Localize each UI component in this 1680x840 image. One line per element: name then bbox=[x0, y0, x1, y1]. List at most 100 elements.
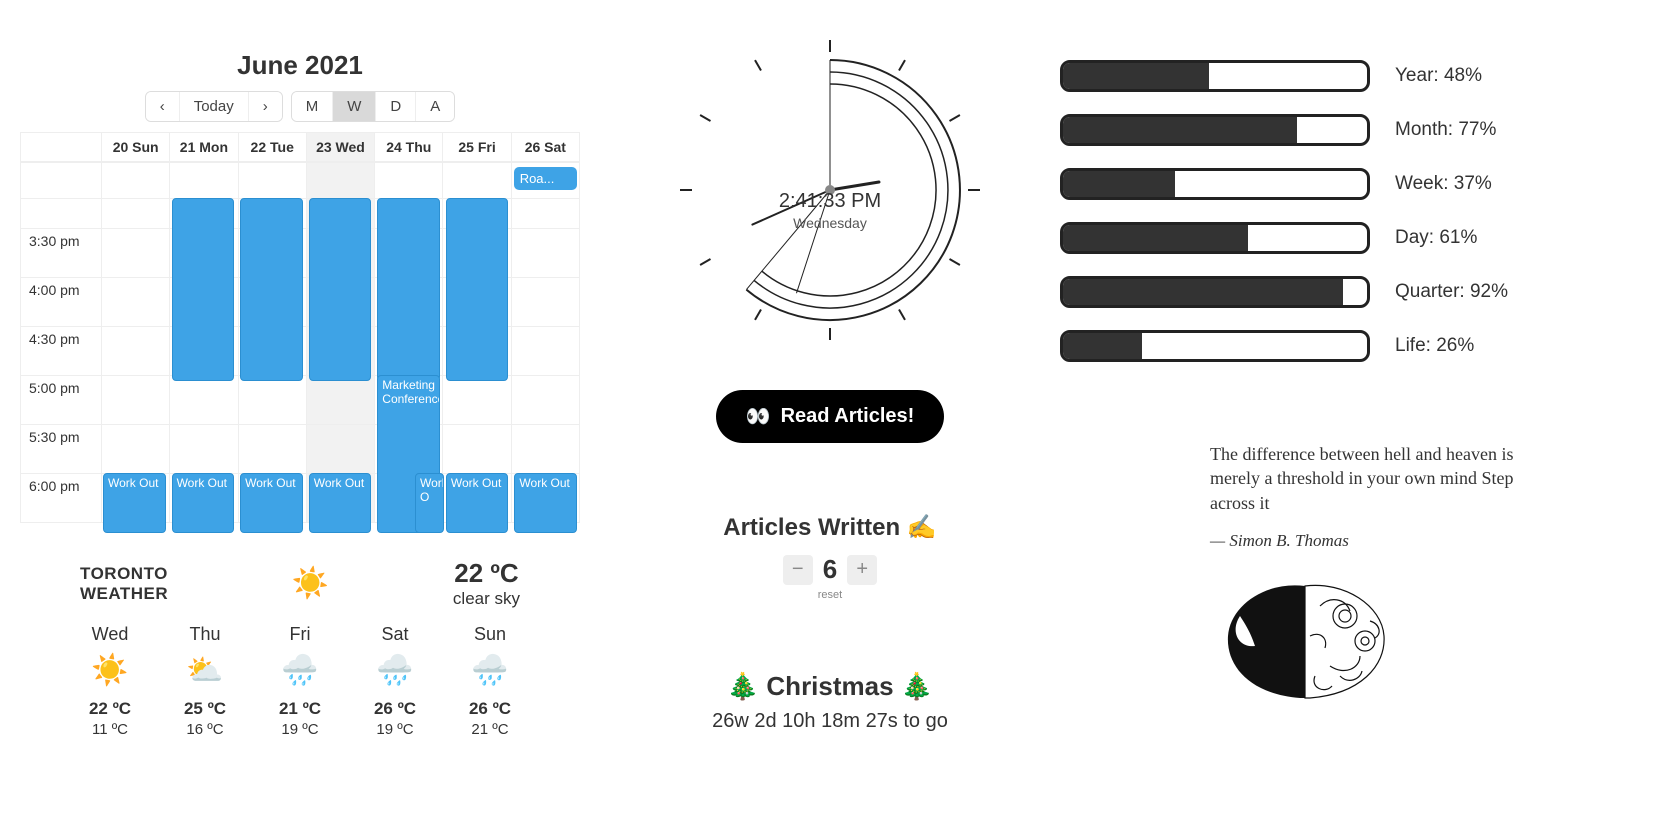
weather-day: Sat🌧️26 ºC19 ºC bbox=[355, 624, 435, 738]
calendar-day-header[interactable]: 24 Thu bbox=[374, 133, 442, 162]
progress-bar bbox=[1060, 60, 1370, 92]
counter-reset-link[interactable]: reset bbox=[620, 589, 1040, 601]
calendar-time-label: 5:00 pm bbox=[21, 376, 101, 424]
countdown-widget: 🎄 Christmas 🎄 26w 2d 10h 18m 27s to go bbox=[620, 671, 1040, 733]
calendar-view-d[interactable]: D bbox=[376, 92, 416, 121]
progress-fill bbox=[1063, 171, 1175, 197]
calendar-cell[interactable] bbox=[101, 425, 169, 473]
calendar-event[interactable] bbox=[377, 198, 440, 381]
calendar-day-header[interactable]: 26 Sat bbox=[511, 133, 579, 162]
calendar-allday-cell[interactable]: Roa... bbox=[511, 163, 579, 198]
progress-fill bbox=[1063, 333, 1142, 359]
calendar-cell[interactable] bbox=[101, 229, 169, 277]
calendar-event[interactable]: Work Out bbox=[103, 473, 166, 533]
weather-current-temp: 22 ºC bbox=[453, 558, 520, 589]
calendar-allday-cell[interactable] bbox=[442, 163, 510, 198]
calendar-today-button[interactable]: Today bbox=[180, 92, 249, 121]
progress-fill bbox=[1063, 279, 1343, 305]
calendar-event[interactable] bbox=[446, 198, 509, 381]
progress-bar bbox=[1060, 276, 1370, 308]
calendar-cell[interactable] bbox=[238, 425, 306, 473]
calendar-event[interactable]: Roa... bbox=[514, 167, 577, 190]
read-articles-button[interactable]: 👀 Read Articles! bbox=[716, 390, 945, 443]
calendar-prev-button[interactable]: ‹ bbox=[146, 92, 180, 121]
progress-bar bbox=[1060, 222, 1370, 254]
progress-fill bbox=[1063, 225, 1248, 251]
calendar-day-header[interactable]: 21 Mon bbox=[169, 133, 237, 162]
calendar-cell[interactable] bbox=[511, 425, 579, 473]
calendar-day-header[interactable]: 20 Sun bbox=[101, 133, 169, 162]
weather-current-cond: clear sky bbox=[453, 589, 520, 609]
calendar-time-label: 4:30 pm bbox=[21, 327, 101, 375]
calendar-cell[interactable] bbox=[511, 278, 579, 326]
weather-location: TORONTO WEATHER bbox=[80, 564, 168, 604]
calendar-view-a[interactable]: A bbox=[416, 92, 454, 121]
weather-day-label: Fri bbox=[260, 624, 340, 645]
calendar-cell[interactable] bbox=[238, 376, 306, 424]
progress-label: Month: 77% bbox=[1395, 119, 1496, 141]
calendar-grid: 20 Sun21 Mon22 Tue23 Wed24 Thu25 Fri26 S… bbox=[20, 132, 580, 523]
weather-day-label: Thu bbox=[165, 624, 245, 645]
weather-day-high: 22 ºC bbox=[70, 699, 150, 719]
calendar-day-header[interactable]: 25 Fri bbox=[442, 133, 510, 162]
calendar-next-button[interactable]: › bbox=[249, 92, 282, 121]
weather-day-low: 11 ºC bbox=[70, 721, 150, 738]
progress-label: Life: 26% bbox=[1395, 335, 1474, 357]
calendar-event[interactable]: Work O bbox=[415, 473, 444, 533]
calendar-event[interactable]: Work Out bbox=[514, 473, 577, 533]
calendar-controls: ‹ Today › MWDA bbox=[20, 91, 580, 122]
calendar-cell[interactable] bbox=[169, 376, 237, 424]
weather-day-low: 19 ºC bbox=[355, 721, 435, 738]
progress-fill bbox=[1063, 63, 1209, 89]
calendar-allday-cell[interactable] bbox=[238, 163, 306, 198]
countdown-title: 🎄 Christmas 🎄 bbox=[620, 671, 1040, 702]
calendar-event[interactable]: Work Out bbox=[172, 473, 235, 533]
weather-day-low: 16 ºC bbox=[165, 721, 245, 738]
calendar-cell[interactable] bbox=[306, 376, 374, 424]
calendar-day-header[interactable]: 23 Wed bbox=[306, 133, 374, 162]
counter-title: Articles Written ✍️ bbox=[620, 513, 1040, 542]
weather-day: Thu⛅25 ºC16 ºC bbox=[165, 624, 245, 738]
calendar-cell[interactable] bbox=[511, 327, 579, 375]
calendar-allday-cell[interactable] bbox=[306, 163, 374, 198]
calendar-cell[interactable] bbox=[169, 425, 237, 473]
calendar-event[interactable] bbox=[309, 198, 372, 381]
progress-label: Week: 37% bbox=[1395, 173, 1492, 195]
quote-illustration bbox=[1210, 576, 1400, 706]
calendar-cell[interactable] bbox=[511, 376, 579, 424]
calendar-cell[interactable] bbox=[511, 229, 579, 277]
calendar-view-m[interactable]: M bbox=[292, 92, 334, 121]
progress-bar bbox=[1060, 330, 1370, 362]
calendar-event[interactable] bbox=[172, 198, 235, 381]
calendar-cell[interactable] bbox=[101, 376, 169, 424]
calendar-time-label: 3:30 pm bbox=[21, 229, 101, 277]
calendar-cell[interactable] bbox=[442, 376, 510, 424]
progress-label: Day: 61% bbox=[1395, 227, 1477, 249]
calendar-day-header[interactable]: 22 Tue bbox=[238, 133, 306, 162]
counter-decrement-button[interactable]: − bbox=[783, 555, 813, 585]
calendar-nav-group: ‹ Today › bbox=[145, 91, 283, 122]
calendar-cell[interactable] bbox=[442, 425, 510, 473]
progress-bar bbox=[1060, 168, 1370, 200]
calendar-allday-cell[interactable] bbox=[169, 163, 237, 198]
calendar-allday-cell[interactable] bbox=[374, 163, 442, 198]
progress-row: Week: 37% bbox=[1060, 168, 1660, 200]
calendar-cell[interactable] bbox=[101, 327, 169, 375]
weather-city: TORONTO bbox=[80, 564, 168, 584]
weather-day-high: 26 ºC bbox=[450, 699, 530, 719]
weather-day-icon: 🌧️ bbox=[260, 653, 340, 693]
calendar-cell[interactable] bbox=[306, 425, 374, 473]
calendar-allday-cell[interactable] bbox=[101, 163, 169, 198]
weather-day-high: 26 ºC bbox=[355, 699, 435, 719]
weather-day-low: 19 ºC bbox=[260, 721, 340, 738]
calendar-event[interactable] bbox=[240, 198, 303, 381]
progress-row: Quarter: 92% bbox=[1060, 276, 1660, 308]
calendar-event[interactable]: Work Out bbox=[240, 473, 303, 533]
progress-row: Month: 77% bbox=[1060, 114, 1660, 146]
weather-day-icon: ⛅ bbox=[165, 653, 245, 693]
calendar-event[interactable]: Work Out bbox=[309, 473, 372, 533]
calendar-view-w[interactable]: W bbox=[333, 92, 376, 121]
calendar-event[interactable]: Work Out bbox=[446, 473, 509, 533]
counter-increment-button[interactable]: + bbox=[847, 555, 877, 585]
calendar-cell[interactable] bbox=[101, 278, 169, 326]
